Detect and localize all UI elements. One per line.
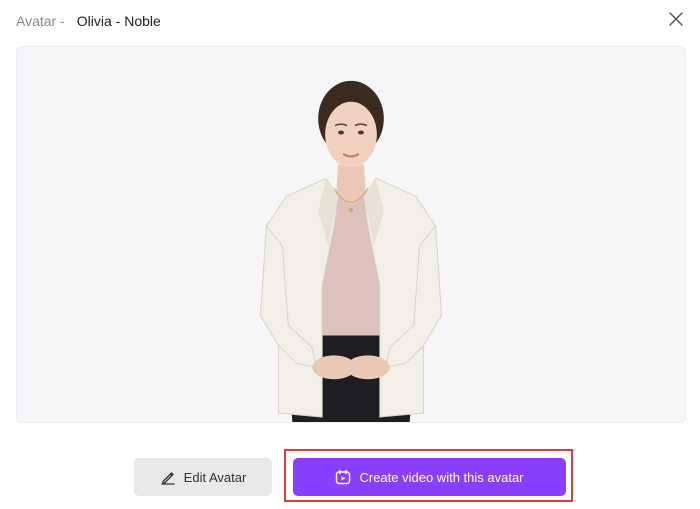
edit-avatar-button[interactable]: Edit Avatar [134,458,272,496]
avatar-modal: Avatar - Olivia - Noble Edit Avatar Crea… [0,0,700,509]
create-video-button[interactable]: Create video with this avatar [293,458,566,496]
action-bar: Edit Avatar Create video with this avata… [0,449,700,502]
header-prefix: Avatar - [16,13,65,29]
avatar-name: Olivia - Noble [76,13,161,29]
pencil-icon [160,469,176,485]
modal-header: Avatar - Olivia - Noble [16,11,161,31]
calendar-video-icon [335,469,351,485]
avatar-image [259,80,443,422]
avatar-preview [16,46,686,423]
close-button[interactable] [669,12,685,28]
close-icon [669,12,685,26]
create-video-label: Create video with this avatar [359,469,524,485]
edit-avatar-label: Edit Avatar [183,469,247,485]
